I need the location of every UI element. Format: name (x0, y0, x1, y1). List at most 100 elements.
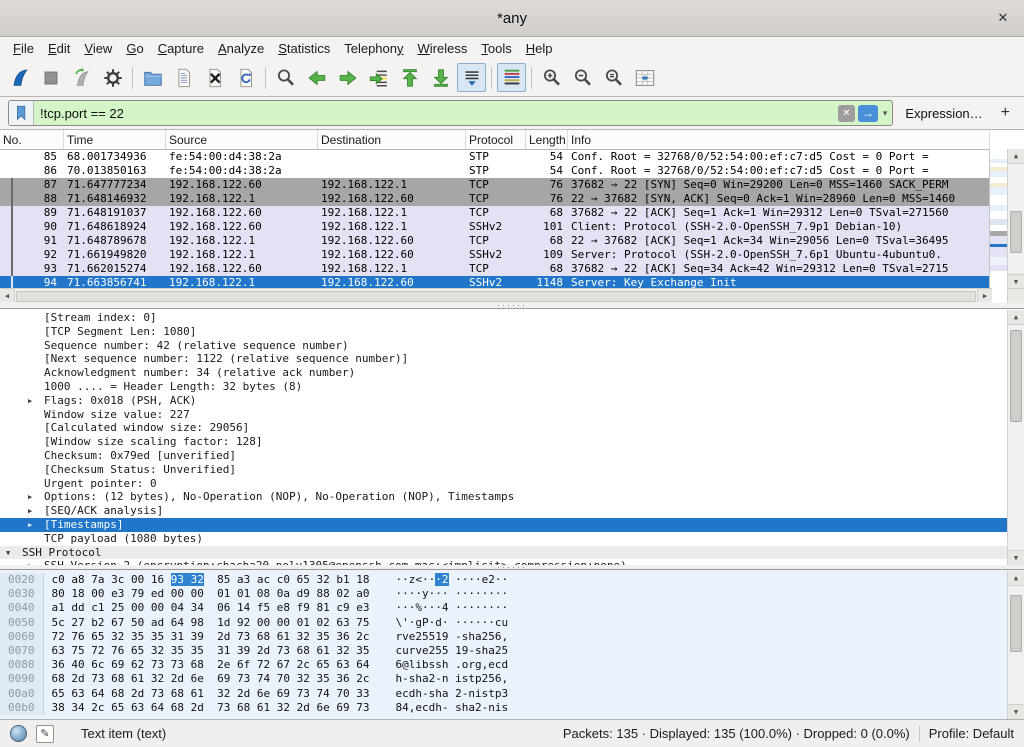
hex-row-00a0[interactable]: 00a065 63 64 68 2d 73 68 61 32 2d 6e 69 … (0, 687, 1024, 701)
scroll-up-arrow[interactable]: ▲ (1008, 149, 1024, 164)
display-filter-input[interactable]: !tcp.port == 22 ✕ → ▾ (8, 100, 893, 126)
zoom-out-button[interactable] (568, 63, 597, 92)
detail-line[interactable]: [Next sequence number: 1122 (relative se… (0, 352, 1024, 366)
packet-list-vertical-scrollbar[interactable]: ▲ ▼ (1007, 149, 1024, 289)
reload-file-button[interactable] (231, 63, 260, 92)
packet-row-92[interactable]: 9271.661949820192.168.122.1192.168.122.6… (0, 248, 990, 262)
packet-row-89[interactable]: 8971.648191037192.168.122.60192.168.122.… (0, 206, 990, 220)
expert-info-icon[interactable] (10, 725, 27, 742)
scroll-down-arrow[interactable]: ▼ (1008, 550, 1024, 565)
expanded-arrow-icon[interactable]: ▼ (6, 547, 10, 560)
detail-vertical-scrollbar[interactable]: ▲ ▼ (1007, 310, 1024, 565)
column-header-src[interactable]: Source (166, 130, 318, 149)
auto-scroll-button[interactable] (457, 63, 486, 92)
detail-line[interactable]: ▶Options: (12 bytes), No-Operation (NOP)… (0, 490, 1024, 504)
collapsed-arrow-icon[interactable]: ▶ (28, 395, 32, 408)
collapsed-arrow-icon[interactable]: ▶ (28, 491, 32, 504)
scroll-down-arrow[interactable]: ▼ (1008, 704, 1024, 719)
filter-dropdown-arrow[interactable]: ▾ (881, 108, 893, 119)
packet-row-87[interactable]: 8771.647777234192.168.122.60192.168.122.… (0, 178, 990, 192)
title-bar[interactable]: *any ✕ (0, 0, 1024, 37)
colorize-button[interactable] (497, 63, 526, 92)
detail-line[interactable]: Acknowledgment number: 34 (relative ack … (0, 366, 1024, 380)
menu-edit[interactable]: Edit (41, 39, 77, 58)
menu-tools[interactable]: Tools (474, 39, 518, 58)
scroll-right-arrow[interactable]: ▶ (977, 289, 992, 302)
filter-bookmark-button[interactable] (9, 101, 34, 125)
collapsed-arrow-icon[interactable]: ▶ (28, 505, 32, 518)
go-last-button[interactable] (426, 63, 455, 92)
menu-statistics[interactable]: Statistics (271, 39, 337, 58)
collapsed-arrow-icon[interactable]: ▶ (28, 519, 32, 532)
detail-line[interactable]: [Stream index: 0] (0, 311, 1024, 325)
hex-row-00b0[interactable]: 00b038 34 2c 65 63 64 68 2d 73 68 61 32 … (0, 701, 1024, 715)
packet-row-91[interactable]: 9171.648789678192.168.122.1192.168.122.6… (0, 234, 990, 248)
detail-line[interactable]: [Calculated window size: 29056] (0, 421, 1024, 435)
start-capture-button[interactable] (5, 63, 34, 92)
detail-line[interactable]: TCP payload (1080 bytes) (0, 532, 1024, 546)
open-file-button[interactable] (138, 63, 167, 92)
hex-row-0060[interactable]: 006072 76 65 32 35 35 31 39 2d 73 68 61 … (0, 630, 1024, 644)
detail-line[interactable]: 1000 .... = Header Length: 32 bytes (8) (0, 380, 1024, 394)
column-header-len[interactable]: Length (526, 130, 568, 149)
go-to-packet-button[interactable] (364, 63, 393, 92)
zoom-original-button[interactable] (599, 63, 628, 92)
detail-line[interactable]: [Checksum Status: Unverified] (0, 463, 1024, 477)
packet-row-93[interactable]: 9371.662015274192.168.122.60192.168.122.… (0, 262, 990, 276)
packet-list-minimap[interactable] (989, 149, 1008, 289)
detail-line[interactable]: Window size value: 227 (0, 408, 1024, 422)
column-header-time[interactable]: Time (64, 130, 166, 149)
menu-analyze[interactable]: Analyze (211, 39, 271, 58)
detail-line[interactable]: ▶[SEQ/ACK analysis] (0, 504, 1024, 518)
detail-line[interactable]: ▶SSH Version 2 (encryption:chacha20-poly… (0, 559, 1024, 565)
detail-line[interactable]: ▶[Timestamps] (0, 518, 1024, 532)
save-file-button[interactable] (169, 63, 198, 92)
detail-line[interactable]: ▶Flags: 0x018 (PSH, ACK) (0, 394, 1024, 408)
go-back-button[interactable] (302, 63, 331, 92)
scroll-left-arrow[interactable]: ◀ (0, 289, 15, 302)
close-file-button[interactable] (200, 63, 229, 92)
filter-apply-button[interactable]: → (858, 105, 878, 122)
detail-line[interactable]: Urgent pointer: 0 (0, 477, 1024, 491)
filter-add-button[interactable]: + (995, 104, 1016, 122)
expression-button[interactable]: Expression… (901, 106, 986, 121)
resize-columns-button[interactable] (630, 63, 659, 92)
menu-capture[interactable]: Capture (151, 39, 211, 58)
hex-row-0050[interactable]: 00505c 27 b2 67 50 ad 64 98 1d 92 00 00 … (0, 616, 1024, 630)
hex-row-0070[interactable]: 007063 75 72 76 65 32 35 35 31 39 2d 73 … (0, 644, 1024, 658)
menu-file[interactable]: File (6, 39, 41, 58)
packet-row-90[interactable]: 9071.648618924192.168.122.60192.168.122.… (0, 220, 990, 234)
scroll-up-arrow[interactable]: ▲ (1008, 571, 1024, 586)
hex-row-0040[interactable]: 0040a1 dd c1 25 00 00 04 34 06 14 f5 e8 … (0, 601, 1024, 615)
packet-row-86[interactable]: 8670.013850163fe:54:00:d4:38:2aSTP54Conf… (0, 164, 990, 178)
column-header-proto[interactable]: Protocol (466, 130, 526, 149)
menu-wireless[interactable]: Wireless (411, 39, 475, 58)
detail-line[interactable]: Sequence number: 42 (relative sequence n… (0, 339, 1024, 353)
window-close-button[interactable]: ✕ (994, 9, 1012, 27)
column-header-info[interactable]: Info (568, 130, 990, 149)
go-first-button[interactable] (395, 63, 424, 92)
menu-view[interactable]: View (77, 39, 119, 58)
scrollbar-thumb[interactable] (16, 291, 976, 302)
menu-help[interactable]: Help (519, 39, 560, 58)
scroll-down-arrow[interactable]: ▼ (1008, 274, 1024, 289)
collapsed-arrow-icon[interactable]: ▶ (28, 560, 32, 565)
go-forward-button[interactable] (333, 63, 362, 92)
detail-line[interactable]: [TCP Segment Len: 1080] (0, 325, 1024, 339)
column-header-dst[interactable]: Destination (318, 130, 466, 149)
find-packet-button[interactable] (271, 63, 300, 92)
menu-telephony[interactable]: Telephony (337, 39, 410, 58)
restart-capture-button[interactable] (67, 63, 96, 92)
scrollbar-thumb[interactable] (1010, 330, 1022, 422)
hex-row-0080[interactable]: 008036 40 6c 69 62 73 73 68 2e 6f 72 67 … (0, 658, 1024, 672)
hex-vertical-scrollbar[interactable]: ▲ ▼ (1007, 571, 1024, 719)
scrollbar-thumb[interactable] (1010, 595, 1022, 652)
capture-comment-icon[interactable]: ✎ (36, 725, 54, 743)
detail-line[interactable]: ▼SSH Protocol (0, 546, 1024, 560)
column-header-no[interactable]: No. (0, 130, 64, 149)
hex-row-0020[interactable]: 0020c0 a8 7a 3c 00 16 93 32 85 a3 ac c0 … (0, 573, 1024, 587)
packet-row-85[interactable]: 8568.001734936fe:54:00:d4:38:2aSTP54Conf… (0, 150, 990, 164)
packet-list-horizontal-scrollbar[interactable]: ◀ ▶ (0, 288, 992, 303)
detail-line[interactable]: [Window size scaling factor: 128] (0, 435, 1024, 449)
scroll-up-arrow[interactable]: ▲ (1008, 310, 1024, 325)
